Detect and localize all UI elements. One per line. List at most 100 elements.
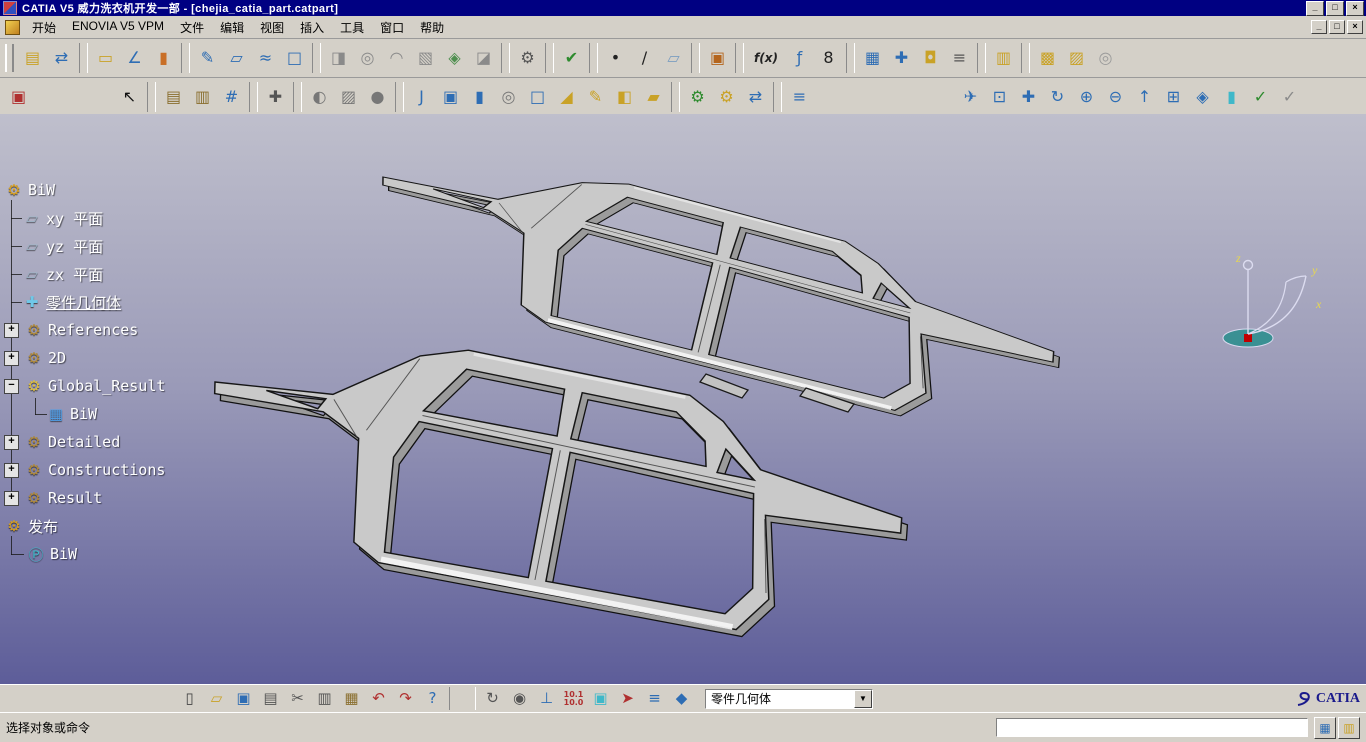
plane-icon[interactable]: ▱ — [660, 45, 687, 72]
tree-node-label[interactable]: Constructions — [48, 461, 165, 479]
gear-yellow-icon[interactable]: ⚙ — [713, 84, 740, 111]
develop-icon[interactable]: ▨ — [1063, 45, 1090, 72]
design-table-icon[interactable]: 8 — [815, 45, 842, 72]
zoom-in-icon[interactable]: ⊕ — [1073, 84, 1100, 111]
grid-icon[interactable]: # — [218, 84, 245, 111]
geometrical-set-combo[interactable]: 零件几何体 ▼ — [705, 689, 873, 709]
tree-node-yz-plane[interactable]: ▱ yz 平面 — [2, 232, 272, 260]
new-document-icon[interactable]: ▯ — [177, 687, 202, 710]
snap-values-icon[interactable]: 10.1 10.0 — [561, 687, 586, 710]
menu-edit[interactable]: 编辑 — [212, 17, 252, 38]
tree-node-label[interactable]: zx 平面 — [46, 264, 103, 285]
fly-mode-icon[interactable]: ✈ — [957, 84, 984, 111]
expand-toggle[interactable]: + — [4, 463, 19, 478]
axis-measure-icon[interactable]: ⊥ — [534, 687, 559, 710]
tree-node-references[interactable]: + ⚙ References — [2, 316, 272, 344]
expand-toggle[interactable]: + — [4, 491, 19, 506]
body-side-frame-left[interactable] — [357, 123, 1076, 456]
layers-icon[interactable]: ≡ — [946, 45, 973, 72]
tree-node-label[interactable]: Detailed — [48, 433, 120, 451]
profile-icon[interactable]: □ — [281, 45, 308, 72]
line-icon[interactable]: / — [631, 45, 658, 72]
offset-surface-icon[interactable]: ▧ — [412, 45, 439, 72]
multi-view-icon[interactable]: ⊞ — [1160, 84, 1187, 111]
status-mini-grid-icon[interactable]: ▦ — [1314, 717, 1336, 739]
help-icon[interactable]: ? — [420, 687, 445, 710]
zoom-out-icon[interactable]: ⊖ — [1102, 84, 1129, 111]
document-window-icon[interactable] — [5, 20, 20, 35]
knowledge-icon[interactable]: ƒ — [786, 45, 813, 72]
render-style-icon[interactable]: ▮ — [1218, 84, 1245, 111]
generative-shape-icon[interactable]: ▥ — [990, 45, 1017, 72]
tree-node-zx-plane[interactable]: ▱ zx 平面 — [2, 260, 272, 288]
tree-node-biw-global-result[interactable]: ▦ BiW — [2, 400, 272, 428]
expand-toggle[interactable]: + — [4, 323, 19, 338]
positioned-sketch-icon[interactable]: ▱ — [223, 45, 250, 72]
draft-icon[interactable]: ✎ — [582, 84, 609, 111]
tree-node-label[interactable]: 发布 — [28, 516, 58, 537]
undo-icon[interactable]: ↶ — [366, 687, 391, 710]
pan-icon[interactable]: ✚ — [1015, 84, 1042, 111]
cut-icon[interactable]: ✂ — [285, 687, 310, 710]
chevron-down-icon[interactable]: ▼ — [854, 690, 872, 708]
axis-system-icon[interactable]: ✚ — [888, 45, 915, 72]
rotate-icon[interactable]: ↻ — [1044, 84, 1071, 111]
toolbar-grip[interactable] — [5, 44, 14, 72]
copy-icon[interactable]: ▥ — [312, 687, 337, 710]
tree-node-global-result[interactable]: − ⚙ Global_Result — [2, 372, 272, 400]
pin-board-icon[interactable]: ▥ — [189, 84, 216, 111]
tree-node-biw-publication[interactable]: Ⓟ BiW — [2, 540, 272, 568]
tree-node-xy-plane[interactable]: ▱ xy 平面 — [2, 204, 272, 232]
cylinder-icon[interactable]: ▮ — [466, 84, 493, 111]
revolve-surface-icon[interactable]: ◎ — [354, 45, 381, 72]
sketch-analysis-icon[interactable]: ✔ — [558, 45, 585, 72]
list-icon[interactable]: ≡ — [642, 687, 667, 710]
menu-help[interactable]: 帮助 — [412, 17, 452, 38]
formula-icon[interactable]: f(x) — [748, 45, 784, 72]
paste-icon[interactable]: ▦ — [339, 687, 364, 710]
join-surface-icon[interactable]: ◈ — [441, 45, 468, 72]
tree-node-label[interactable]: BiW — [28, 181, 55, 199]
point-icon[interactable]: • — [602, 45, 629, 72]
refresh-icon[interactable]: ↻ — [480, 687, 505, 710]
ring-icon[interactable]: ◎ — [1092, 45, 1119, 72]
tree-node-label[interactable]: References — [48, 321, 138, 339]
clipboard-icon[interactable]: ▤ — [160, 84, 187, 111]
half-sphere-icon[interactable]: ◐ — [306, 84, 333, 111]
open-icon[interactable]: ▱ — [204, 687, 229, 710]
wedge-icon[interactable]: ◢ — [553, 84, 580, 111]
expand-toggle[interactable]: + — [4, 351, 19, 366]
menu-enovia-v5-vpm[interactable]: ENOVIA V5 VPM — [64, 17, 172, 38]
body-side-frame-right[interactable] — [185, 302, 926, 670]
snap-target-icon[interactable]: ✚ — [262, 84, 289, 111]
exchange-icon[interactable]: ⇄ — [742, 84, 769, 111]
tree-node-label[interactable]: 零件几何体 — [46, 292, 121, 313]
settings-gear-icon[interactable]: ⚙ — [514, 45, 541, 72]
menu-tools[interactable]: 工具 — [332, 17, 372, 38]
normal-view-icon[interactable]: ↑ — [1131, 84, 1158, 111]
menu-window[interactable]: 窗口 — [372, 17, 412, 38]
spline-icon[interactable]: ≈ — [252, 45, 279, 72]
tree-node-label[interactable]: yz 平面 — [46, 236, 103, 257]
window-box-icon[interactable]: ▣ — [437, 84, 464, 111]
print-icon[interactable]: ▤ — [258, 687, 283, 710]
hatch-sphere-icon[interactable]: ▨ — [335, 84, 362, 111]
isolate-icon[interactable]: ▩ — [1034, 45, 1061, 72]
menu-insert[interactable]: 插入 — [292, 17, 332, 38]
split-surface-icon[interactable]: ◪ — [470, 45, 497, 72]
tree-node-constructions[interactable]: + ⚙ Constructions — [2, 456, 272, 484]
tree-node-result[interactable]: + ⚙ Result — [2, 484, 272, 512]
mass-properties-icon[interactable]: ▮ — [150, 45, 177, 72]
doc-close-button[interactable]: × — [1347, 20, 1363, 34]
select-icon[interactable]: ↖ — [116, 84, 143, 111]
minimize-button[interactable]: _ — [1306, 1, 1324, 16]
tree-node-label[interactable]: BiW — [50, 545, 77, 563]
gear-green-icon[interactable]: ⚙ — [684, 84, 711, 111]
tree-node-label[interactable]: 2D — [48, 349, 66, 367]
instantiate-icon[interactable]: ▣ — [704, 45, 731, 72]
face-icon[interactable]: □ — [524, 84, 551, 111]
sphere-icon[interactable]: ● — [364, 84, 391, 111]
sketcher-icon[interactable]: ✎ — [194, 45, 221, 72]
thick-surface-icon[interactable]: ▰ — [640, 84, 667, 111]
bounding-box-icon[interactable]: ▣ — [588, 687, 613, 710]
